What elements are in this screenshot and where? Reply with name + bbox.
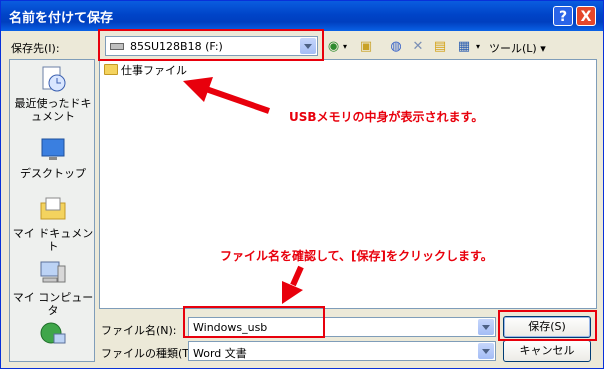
arrow-to-filename [282, 265, 304, 304]
annotation-arrows [183, 77, 304, 304]
save-as-dialog: 名前を付けて保存 ? X 保存先(I): 85SU128B18 (F:) ◉ ▾… [0, 0, 604, 369]
annotation-note-save: ファイル名を確認して、[保存]をクリックします。 [220, 249, 493, 263]
arrow-to-folder-list [183, 77, 270, 114]
annotation-note-contents: USBメモリの中身が表示されます。 [289, 110, 484, 124]
